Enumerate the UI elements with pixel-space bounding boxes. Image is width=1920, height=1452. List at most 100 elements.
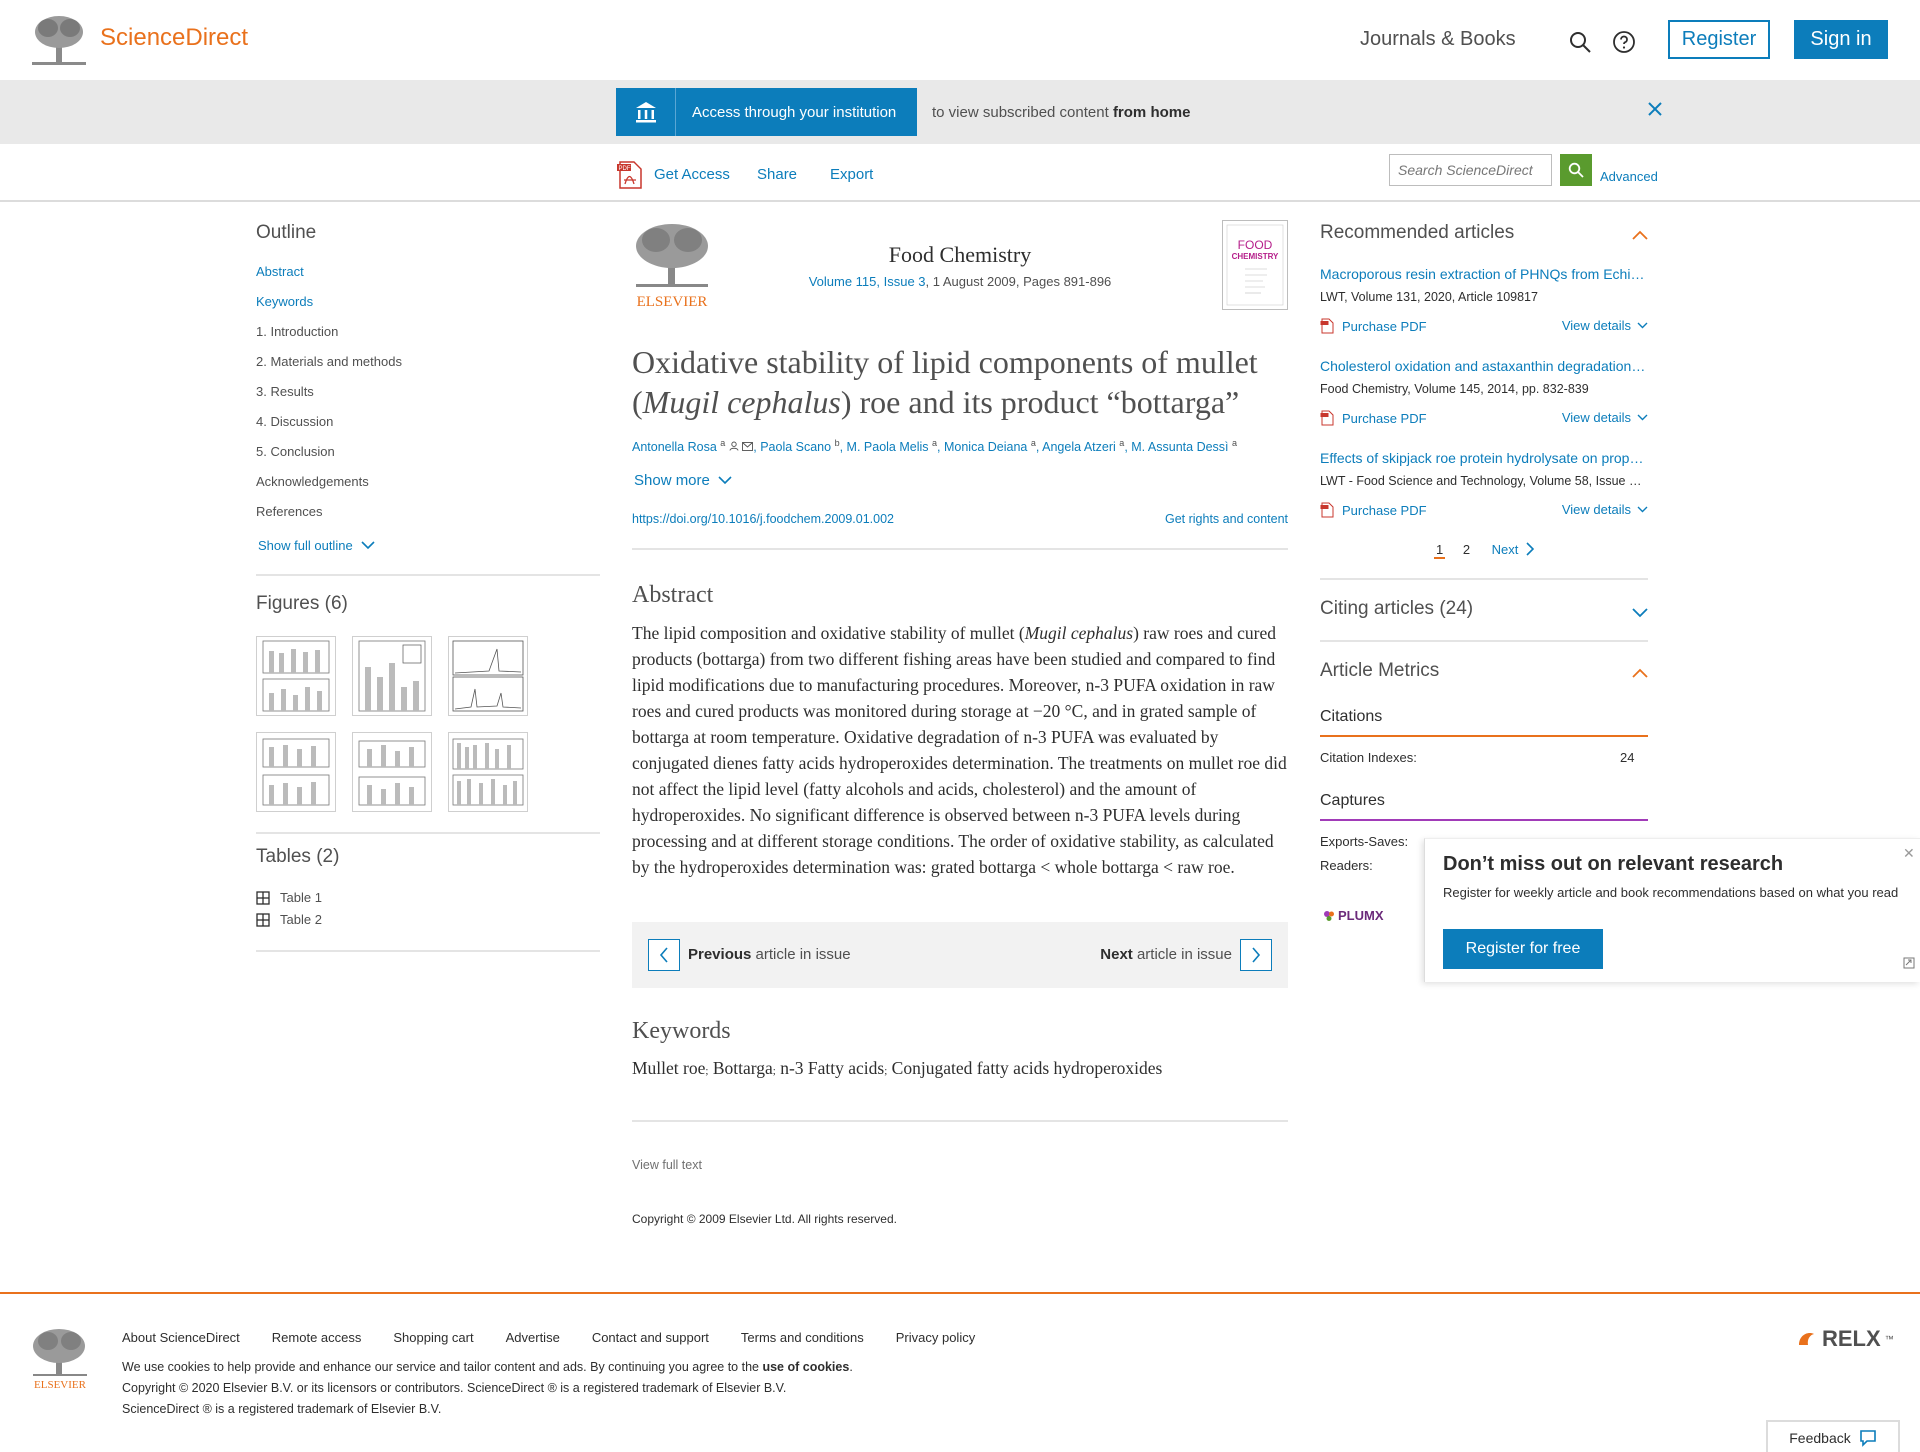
recommended-article-link[interactable]: Effects of skipjack roe protein hydrolys… bbox=[1320, 450, 1648, 466]
author-link[interactable]: Paola Scano bbox=[760, 440, 831, 454]
register-for-free-button[interactable]: Register for free bbox=[1443, 929, 1603, 969]
chevron-up-icon[interactable] bbox=[1632, 230, 1648, 240]
abstract-part: The lipid composition and oxidative stab… bbox=[632, 623, 1025, 643]
figure-thumbnail[interactable] bbox=[256, 732, 336, 812]
recommended-title[interactable]: Recommended articles bbox=[1320, 222, 1514, 244]
feedback-button[interactable]: Feedback bbox=[1766, 1420, 1900, 1452]
divider bbox=[256, 574, 600, 576]
journals-books-link[interactable]: Journals & Books bbox=[1360, 28, 1516, 51]
recommended-article-link[interactable]: Macroporous resin extraction of PHNQs fr… bbox=[1320, 266, 1648, 282]
footer-copyright: Copyright © 2020 Elsevier B.V. or its li… bbox=[122, 1381, 787, 1395]
close-icon[interactable]: ✕ bbox=[1903, 845, 1915, 862]
pager-next-label: Next bbox=[1491, 542, 1519, 557]
previous-rest: article in issue bbox=[751, 946, 851, 963]
footer-link[interactable]: Terms and conditions bbox=[741, 1330, 864, 1345]
view-details-button[interactable]: View details bbox=[1562, 318, 1648, 333]
search-input[interactable] bbox=[1389, 154, 1552, 186]
outline-item[interactable]: 3. Results bbox=[256, 384, 402, 414]
close-icon[interactable] bbox=[1644, 98, 1666, 120]
relx-logo[interactable]: RELX ™ bbox=[1796, 1326, 1894, 1352]
outline-item[interactable]: 4. Discussion bbox=[256, 414, 402, 444]
pdf-icon[interactable]: PDF bbox=[616, 160, 644, 190]
outline-item[interactable]: 5. Conclusion bbox=[256, 444, 402, 474]
register-button[interactable]: Register bbox=[1668, 20, 1770, 59]
author-link[interactable]: M. Assunta Dessì bbox=[1131, 440, 1228, 454]
doi-link[interactable]: https://doi.org/10.1016/j.foodchem.2009.… bbox=[632, 512, 894, 526]
purchase-pdf-link[interactable]: Purchase PDF bbox=[1320, 318, 1427, 334]
volume-issue-link[interactable]: Volume 115, Issue 3 bbox=[809, 274, 926, 289]
help-icon[interactable] bbox=[1612, 30, 1636, 54]
footer-link[interactable]: Advertise bbox=[506, 1330, 560, 1345]
chevron-down-icon[interactable] bbox=[1632, 608, 1648, 618]
table-link[interactable]: Table 1 bbox=[256, 890, 322, 905]
elsevier-footer-logo[interactable]: ELSEVIER bbox=[30, 1326, 90, 1392]
citations-rule bbox=[1320, 735, 1648, 737]
export-link[interactable]: Export bbox=[830, 166, 873, 183]
volume-rest: , 1 August 2009, Pages 891-896 bbox=[925, 274, 1112, 289]
share-link[interactable]: Share bbox=[757, 166, 797, 183]
cookie-link[interactable]: use of cookies bbox=[762, 1360, 849, 1374]
citing-articles-title[interactable]: Citing articles (24) bbox=[1320, 598, 1473, 620]
author-link[interactable]: Antonella Rosa bbox=[632, 440, 717, 454]
view-full-text-link[interactable]: View full text bbox=[632, 1158, 702, 1172]
journal-name[interactable]: Food Chemistry bbox=[632, 242, 1288, 268]
keyword: n-3 Fatty acids bbox=[780, 1058, 885, 1078]
next-bold: Next bbox=[1100, 946, 1133, 963]
table-link[interactable]: Table 2 bbox=[256, 912, 322, 927]
outline-item[interactable]: References bbox=[256, 504, 402, 534]
purchase-pdf-link[interactable]: Purchase PDF bbox=[1320, 410, 1427, 426]
table-icon bbox=[256, 912, 270, 927]
rights-link[interactable]: Get rights and content bbox=[1165, 512, 1288, 526]
show-more-button[interactable]: Show more bbox=[634, 472, 732, 489]
footer-link[interactable]: Remote access bbox=[272, 1330, 362, 1345]
journal-cover[interactable]: FOOD CHEMISTRY bbox=[1222, 220, 1288, 310]
abstract-part: ) raw roes and cured products (bottarga)… bbox=[632, 623, 1287, 877]
outline-item[interactable]: Acknowledgements bbox=[256, 474, 402, 504]
outline-item[interactable]: 1. Introduction bbox=[256, 324, 402, 354]
pager-next[interactable]: Next bbox=[1491, 542, 1535, 557]
recommended-article-link[interactable]: Cholesterol oxidation and astaxanthin de… bbox=[1320, 358, 1648, 374]
search-submit-button[interactable] bbox=[1560, 154, 1592, 186]
institution-text-prefix: to view subscribed content bbox=[932, 104, 1109, 121]
search-icon[interactable] bbox=[1568, 30, 1592, 54]
figure-thumbnail[interactable] bbox=[352, 636, 432, 716]
brand-name[interactable]: ScienceDirect bbox=[100, 24, 248, 52]
author-link[interactable]: Monica Deiana bbox=[944, 440, 1027, 454]
plumx-logo[interactable]: PLUMX bbox=[1322, 908, 1384, 923]
outline-item[interactable]: 2. Materials and methods bbox=[256, 354, 402, 384]
show-full-outline-button[interactable]: Show full outline bbox=[258, 538, 375, 553]
author-link[interactable]: M. Paola Melis bbox=[847, 440, 929, 454]
elsevier-tree-logo[interactable] bbox=[30, 14, 88, 66]
affiliation-marker: a bbox=[1030, 438, 1036, 448]
previous-article-button[interactable] bbox=[648, 939, 680, 971]
figure-thumbnail[interactable] bbox=[448, 636, 528, 716]
figure-thumbnail[interactable] bbox=[448, 732, 528, 812]
access-institution-button[interactable]: Access through your institution bbox=[616, 88, 917, 136]
view-details-button[interactable]: View details bbox=[1562, 502, 1648, 517]
previous-article-link[interactable]: Previous article in issue bbox=[688, 946, 851, 963]
outline-item[interactable]: Abstract bbox=[256, 264, 402, 294]
get-access-link[interactable]: Get Access bbox=[654, 166, 730, 183]
footer-link[interactable]: Contact and support bbox=[592, 1330, 709, 1345]
chevron-up-icon[interactable] bbox=[1632, 668, 1648, 678]
divider bbox=[1320, 578, 1648, 580]
footer-link[interactable]: Shopping cart bbox=[393, 1330, 473, 1345]
article-metrics-title[interactable]: Article Metrics bbox=[1320, 660, 1439, 682]
next-article-button[interactable] bbox=[1240, 939, 1272, 971]
purchase-pdf-link[interactable]: Purchase PDF bbox=[1320, 502, 1427, 518]
sign-in-button[interactable]: Sign in bbox=[1794, 20, 1888, 59]
advanced-search-link[interactable]: Advanced bbox=[1600, 169, 1658, 184]
email-icon[interactable] bbox=[742, 442, 754, 452]
footer-link[interactable]: Privacy policy bbox=[896, 1330, 975, 1345]
view-details-button[interactable]: View details bbox=[1562, 410, 1648, 425]
footer-link[interactable]: About ScienceDirect bbox=[122, 1330, 240, 1345]
author-link[interactable]: Angela Atzeri bbox=[1042, 440, 1116, 454]
pager-current[interactable]: 1 bbox=[1433, 542, 1446, 559]
outline-item[interactable]: Keywords bbox=[256, 294, 402, 324]
tables-title: Tables (2) bbox=[256, 846, 340, 867]
next-article-link[interactable]: Next article in issue bbox=[1100, 946, 1232, 963]
figure-thumbnail[interactable] bbox=[256, 636, 336, 716]
pager-page[interactable]: 2 bbox=[1463, 542, 1470, 557]
view-details-label: View details bbox=[1561, 318, 1631, 333]
figure-thumbnail[interactable] bbox=[352, 732, 432, 812]
